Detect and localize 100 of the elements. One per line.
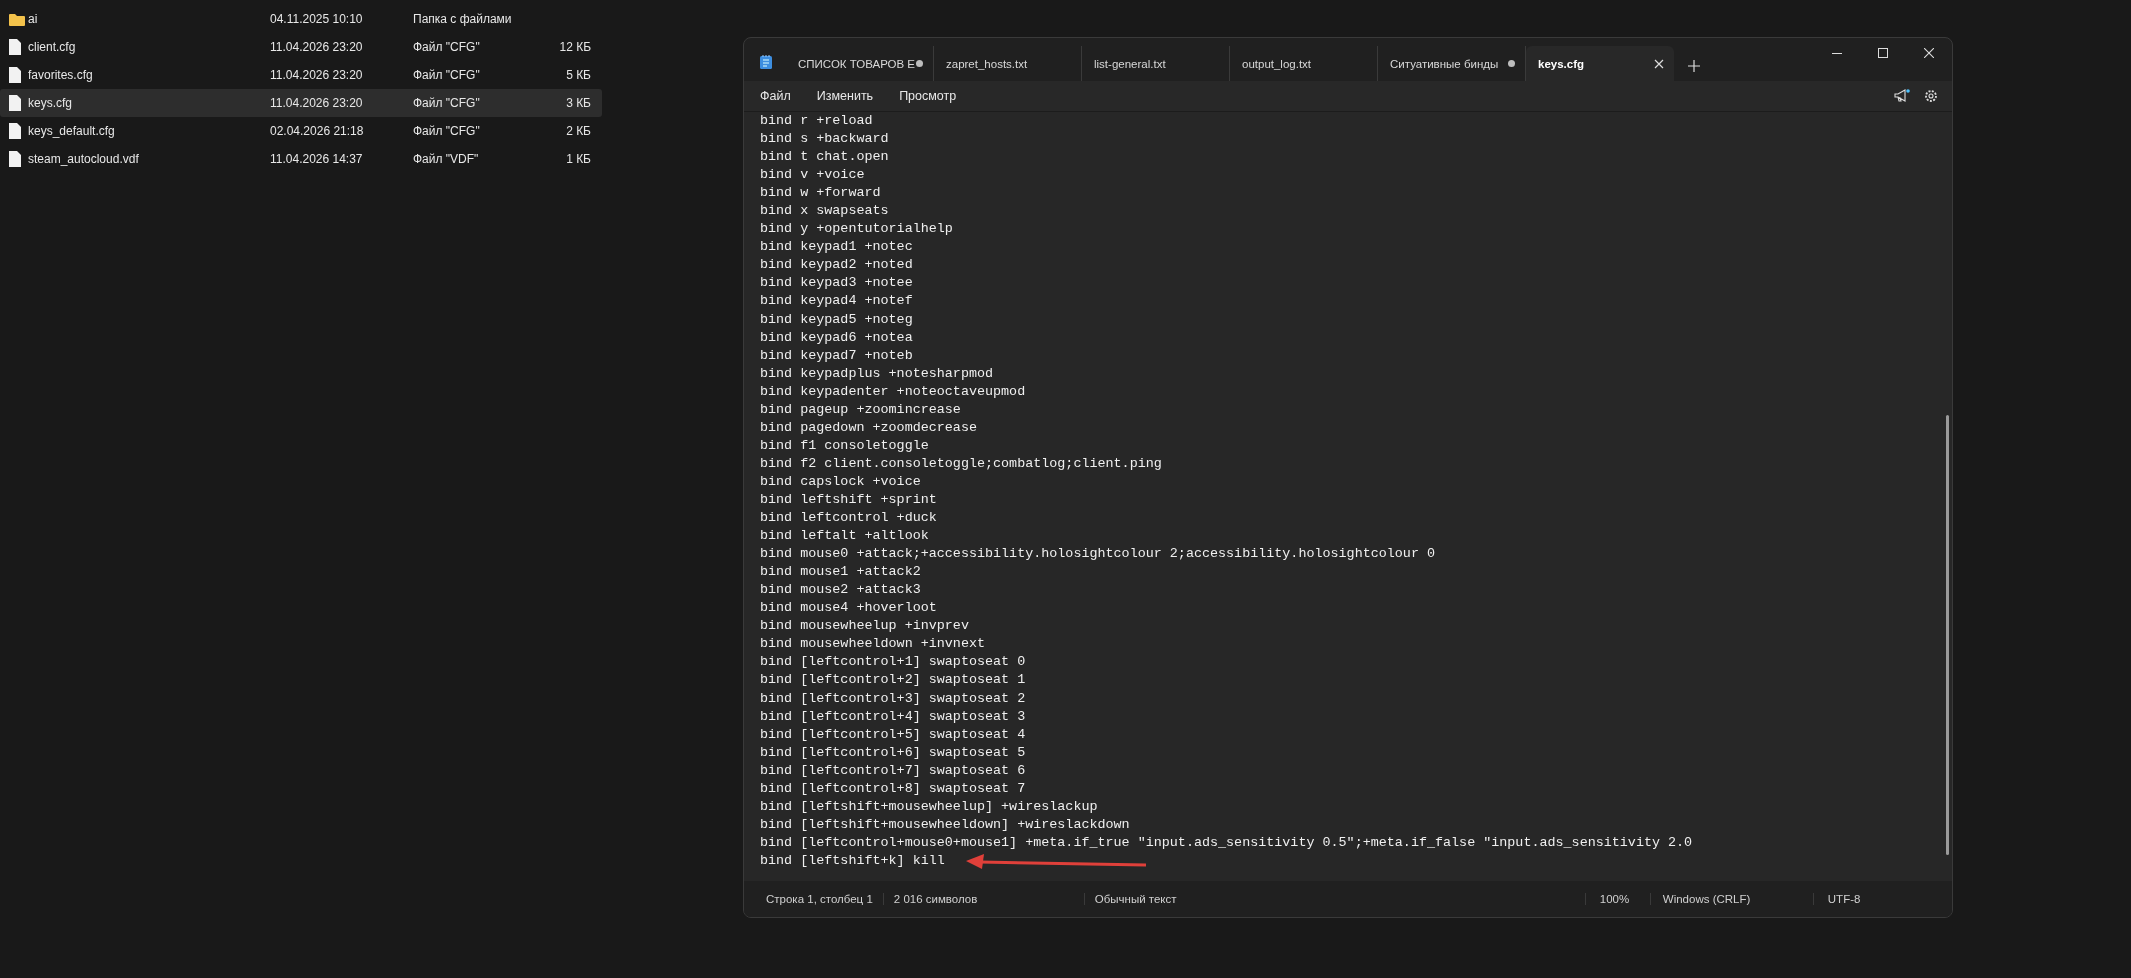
code-line: bind pageup +zoomincrease xyxy=(760,400,961,419)
file-name: client.cfg xyxy=(28,40,77,54)
code-line: bind mouse4 +hoverloot xyxy=(760,599,937,618)
file-date: 11.04.2026 14:37 xyxy=(270,152,364,166)
code-line: bind [leftcontrol+7] swaptoseat 6 xyxy=(760,761,1026,780)
code-line: bind keypad1 +notec xyxy=(760,238,913,257)
file-icon xyxy=(9,39,21,55)
menu-item[interactable]: Изменить xyxy=(806,85,884,107)
tab-title: СПИСОК ТОВАРОВ Е xyxy=(798,57,916,70)
file-date: 11.04.2026 23:20 xyxy=(270,40,364,54)
code-line: bind keypadenter +noteoctaveupmod xyxy=(760,382,1026,401)
file-name: keys_default.cfg xyxy=(28,124,116,138)
file-icon xyxy=(9,151,21,167)
code-line: bind mousewheelup +invprev xyxy=(760,617,969,636)
file-type: Папка с файлами xyxy=(413,12,513,26)
file-size: 5 КБ xyxy=(565,68,591,82)
code-line: bind y +opentutorialhelp xyxy=(760,220,953,239)
file-icon xyxy=(9,123,21,139)
code-line: bind mouse2 +attack3 xyxy=(760,581,921,600)
code-line: bind [leftcontrol+4] swaptoseat 3 xyxy=(760,707,1026,726)
code-line: bind s +backward xyxy=(760,130,889,149)
cursor-position: Строка 1, столбец 1 xyxy=(744,893,884,905)
maximize-icon[interactable] xyxy=(1878,48,1888,58)
code-line: bind keypad2 +noted xyxy=(760,256,913,275)
encoding: UTF-8 xyxy=(1826,893,1862,905)
code-line: bind pagedown +zoomdecrease xyxy=(760,418,977,437)
tab-title: zapret_hosts.txt xyxy=(946,57,1028,70)
tab-title: keys.cfg xyxy=(1538,57,1585,70)
scrollbar-thumb[interactable] xyxy=(1945,415,1949,855)
code-line: bind [leftcontrol+1] swaptoseat 0 xyxy=(760,653,1026,672)
code-line: bind [leftshift+k] kill xyxy=(760,851,945,870)
code-line: bind capslock +voice xyxy=(760,472,921,491)
file-row[interactable]: keys.cfg 11.04.2026 23:20 Файл "CFG" 3 КБ xyxy=(0,89,602,117)
file-date: 02.04.2026 21:18 xyxy=(270,124,365,138)
code-line: bind keypadplus +notesharpmod xyxy=(760,364,994,383)
file-row[interactable]: steam_autocloud.vdf 11.04.2026 14:37 Файл "VDF" 1 КБ xyxy=(0,145,602,173)
code-line: bind [leftcontrol+3] swaptoseat 2 xyxy=(760,689,1026,708)
file-size: 2 КБ xyxy=(565,124,591,138)
code-line: bind [leftshift+mousewheelup] +wireslackup xyxy=(760,797,1098,816)
file-size: 3 КБ xyxy=(565,96,591,110)
file-date: 04.11.2025 10:10 xyxy=(270,12,364,26)
new-tab-icon[interactable] xyxy=(1688,60,1700,72)
code-line: bind keypad3 +notee xyxy=(760,274,913,293)
file-name: steam_autocloud.vdf xyxy=(28,152,140,166)
character-count: 2 016 символов xyxy=(883,893,1085,905)
tab-title: Ситуативные бинды xyxy=(1390,57,1499,70)
zoom-level: 100% xyxy=(1585,893,1651,905)
tab-title: list-general.txt xyxy=(1094,57,1166,70)
code-line: bind [leftshift+mousewheeldown] +wireslackdown xyxy=(760,815,1130,834)
code-line: bind leftcontrol +duck xyxy=(760,509,937,528)
file-row[interactable]: keys_default.cfg 02.04.2026 21:18 Файл "CFG" 2 КБ xyxy=(0,117,602,145)
code-line: bind f1 consoletoggle xyxy=(760,436,929,455)
notepad-icon xyxy=(760,55,772,69)
code-line: bind mouse1 +attack2 xyxy=(760,563,921,582)
tab[interactable]: keys.cfg xyxy=(1526,46,1674,81)
unsaved-dot xyxy=(1508,60,1515,67)
file-row[interactable]: client.cfg 11.04.2026 23:20 Файл "CFG" 12 КБ xyxy=(0,33,602,61)
file-type: Файл "CFG" xyxy=(413,68,481,82)
file-size: 1 КБ xyxy=(565,152,591,166)
code-line: bind leftalt +altlook xyxy=(760,527,929,546)
code-line: bind v +voice xyxy=(760,166,865,185)
close-icon[interactable] xyxy=(1924,48,1934,58)
code-line: bind [leftcontrol+8] swaptoseat 7 xyxy=(760,779,1026,798)
code-line: bind leftshift +sprint xyxy=(760,491,937,509)
settings-icon[interactable] xyxy=(1924,89,1938,103)
code-line: bind t chat.open xyxy=(760,148,889,167)
file-name: keys.cfg xyxy=(28,96,73,110)
file-name: ai xyxy=(28,12,39,26)
file-icon xyxy=(9,95,21,111)
file-size: 12 КБ xyxy=(558,40,591,54)
file-name: favorites.cfg xyxy=(28,68,94,82)
file-row[interactable]: favorites.cfg 11.04.2026 23:20 Файл "CFG" 5 КБ xyxy=(0,61,602,89)
file-type: Файл "CFG" xyxy=(413,40,481,54)
text-format: Обычный текст xyxy=(1084,893,1586,905)
file-row[interactable]: ai 04.11.2025 10:10 Папка с файлами xyxy=(0,5,602,33)
folder-icon xyxy=(9,12,25,26)
menu-item[interactable]: Просмотр xyxy=(889,85,967,107)
minimize-icon[interactable] xyxy=(1832,52,1842,54)
menu-item[interactable]: Файл xyxy=(750,85,801,107)
code-line: bind r +reload xyxy=(760,112,873,130)
code-line: bind [leftcontrol+mouse0+mouse1] +meta.if_true "input.ads_sensitivity 0.5";+meta.if_false "input.ads_sensitivity 2.0 xyxy=(760,833,1693,852)
code-line: bind mousewheeldown +invnext xyxy=(760,635,985,654)
line-endings: Windows (CRLF) xyxy=(1650,893,1814,905)
code-line: bind w +forward xyxy=(760,184,881,203)
code-line: bind [leftcontrol+5] swaptoseat 4 xyxy=(760,725,1026,744)
file-type: Файл "CFG" xyxy=(413,124,481,138)
code-line: bind [leftcontrol+2] swaptoseat 1 xyxy=(760,671,1026,690)
file-date: 11.04.2026 23:20 xyxy=(270,68,364,82)
code-line: bind keypad7 +noteb xyxy=(760,346,913,365)
code-line: bind f2 client.consoletoggle;combatlog;client.ping xyxy=(760,454,1162,473)
code-line: bind keypad4 +notef xyxy=(760,292,913,311)
unsaved-dot xyxy=(916,60,923,67)
close-icon[interactable] xyxy=(1654,58,1664,69)
code-line: bind keypad6 +notea xyxy=(760,328,913,347)
file-type: Файл "CFG" xyxy=(413,96,481,110)
megaphone-icon[interactable] xyxy=(1894,89,1910,103)
file-icon xyxy=(9,67,21,83)
code-line: bind [leftcontrol+6] swaptoseat 5 xyxy=(760,743,1026,762)
tab-title: output_log.txt xyxy=(1242,57,1312,70)
file-date: 11.04.2026 23:20 xyxy=(270,96,364,110)
